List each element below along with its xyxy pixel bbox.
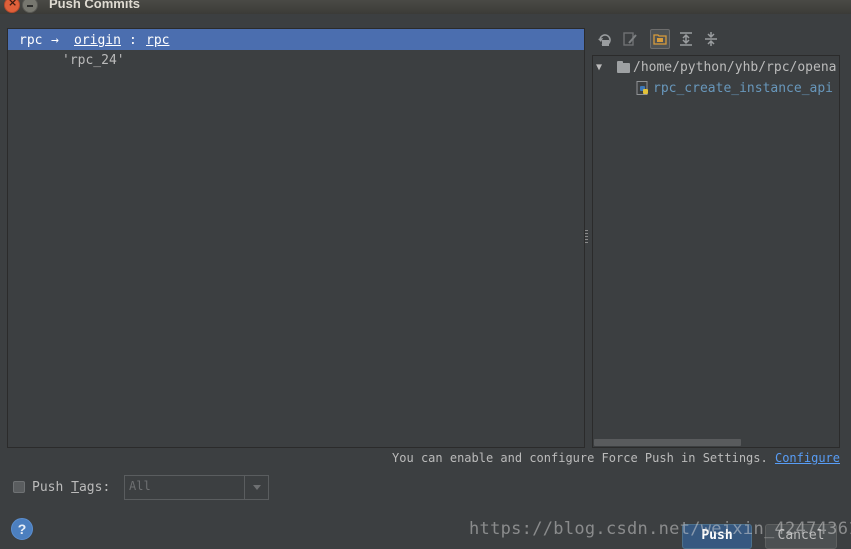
collapse-all-icon[interactable] [701, 29, 721, 49]
push-spec-row[interactable]: rpc → origin : rpc [8, 29, 584, 50]
push-tags-checkbox[interactable] [13, 481, 25, 493]
commits-pane: rpc → origin : rpc 'rpc_24' [7, 28, 585, 448]
push-tags-mnemonic: T [71, 480, 79, 495]
python-file-icon [636, 81, 650, 96]
push-tags-label-post: ags: [78, 480, 111, 495]
window-title: Push Commits [49, 0, 141, 11]
push-tags-select[interactable]: All [124, 475, 269, 500]
changes-toolbar [592, 28, 838, 52]
revert-icon[interactable] [595, 29, 615, 49]
expand-arrow-icon[interactable]: ▼ [596, 59, 602, 77]
root-path-label: /home/python/yhb/rpc/opena [633, 60, 837, 75]
force-push-text: You can enable and configure Force Push … [392, 451, 768, 465]
group-by-directory-icon[interactable] [650, 29, 670, 49]
folder-icon [617, 61, 630, 73]
push-separator: : [129, 33, 137, 48]
title-bar: Push Commits [0, 0, 851, 14]
help-button[interactable]: ? [11, 518, 33, 540]
edit-source-icon[interactable] [620, 29, 640, 49]
changes-tree-pane: ▼ /home/python/yhb/rpc/opena rpc_create_… [592, 55, 840, 448]
arrow-icon: → [51, 33, 59, 48]
tree-file-node[interactable]: rpc_create_instance_api [593, 80, 839, 98]
chevron-down-icon[interactable] [244, 476, 268, 499]
target-branch-link[interactable]: rpc [146, 29, 169, 52]
window-close-button[interactable] [4, 0, 20, 13]
horizontal-scrollbar[interactable] [594, 439, 741, 446]
configure-link[interactable]: Configure [775, 451, 840, 465]
expand-all-icon[interactable] [676, 29, 696, 49]
push-tags-value: All [129, 479, 151, 493]
push-tags-label-pre: Push [32, 480, 72, 495]
tree-root-node[interactable]: ▼ /home/python/yhb/rpc/opena [593, 59, 839, 77]
push-tags-label[interactable]: Push Tags: [32, 479, 110, 497]
remote-link[interactable]: origin [74, 29, 121, 52]
file-name-label: rpc_create_instance_api [653, 81, 834, 96]
watermark: https://blog.csdn.net/weixin_42474361 [469, 519, 851, 539]
pane-splitter[interactable] [585, 230, 588, 244]
commit-item[interactable]: 'rpc_24' [62, 51, 125, 71]
force-push-note: You can enable and configure Force Push … [392, 450, 840, 466]
window-minimize-button[interactable] [22, 0, 38, 13]
source-branch: rpc [19, 33, 43, 48]
